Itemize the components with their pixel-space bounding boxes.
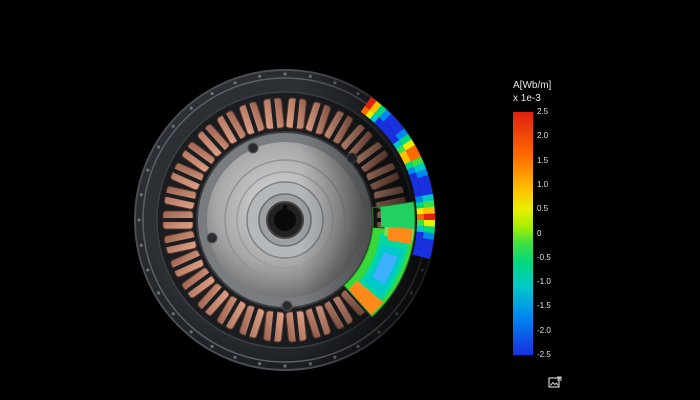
colorbar-tick-label: 0.5 (537, 204, 549, 214)
colorbar-tick-label: 1.5 (537, 155, 549, 165)
field-band-cell (423, 206, 435, 215)
field-band-cell (414, 195, 423, 203)
field-band-cell (416, 225, 424, 233)
colorbar-gradient (513, 112, 533, 355)
field-band-cell (415, 201, 424, 209)
colorbar-tick-label: -2.5 (537, 350, 551, 359)
colorbar-tick-label: 2.5 (537, 107, 549, 116)
field-band-cell (423, 213, 436, 221)
field-band-cell (415, 231, 424, 239)
colorbar-tick-label: -1.5 (537, 301, 551, 311)
field-band-cell (423, 220, 435, 227)
colorbar-tick-label: -2.0 (537, 325, 551, 335)
image-export-icon[interactable] (548, 376, 562, 388)
simulation-viewport: A[Wb/m] x 1e-3 2.5 2.0 1.5 1.0 0.5 0 -0.5 -1.0 -… (0, 0, 700, 400)
colorbar-tick-label: -0.5 (537, 252, 551, 262)
colorbar-quantity-label: A[Wb/m] (513, 80, 552, 91)
field-band-cell (416, 207, 424, 215)
field-band-cell (423, 226, 435, 234)
colorbar-scale-label: x 1e-3 (513, 93, 541, 104)
motor-cross-section (133, 68, 437, 372)
colorbar-tick-label: 1.0 (537, 179, 549, 189)
colorbar-tick-label: 2.0 (537, 131, 549, 141)
colorbar-tick-label: 0 (537, 228, 542, 238)
colorbar-tick-label: -1.0 (537, 277, 551, 287)
field-band-cell (416, 213, 424, 221)
field-band-cell (416, 220, 424, 227)
